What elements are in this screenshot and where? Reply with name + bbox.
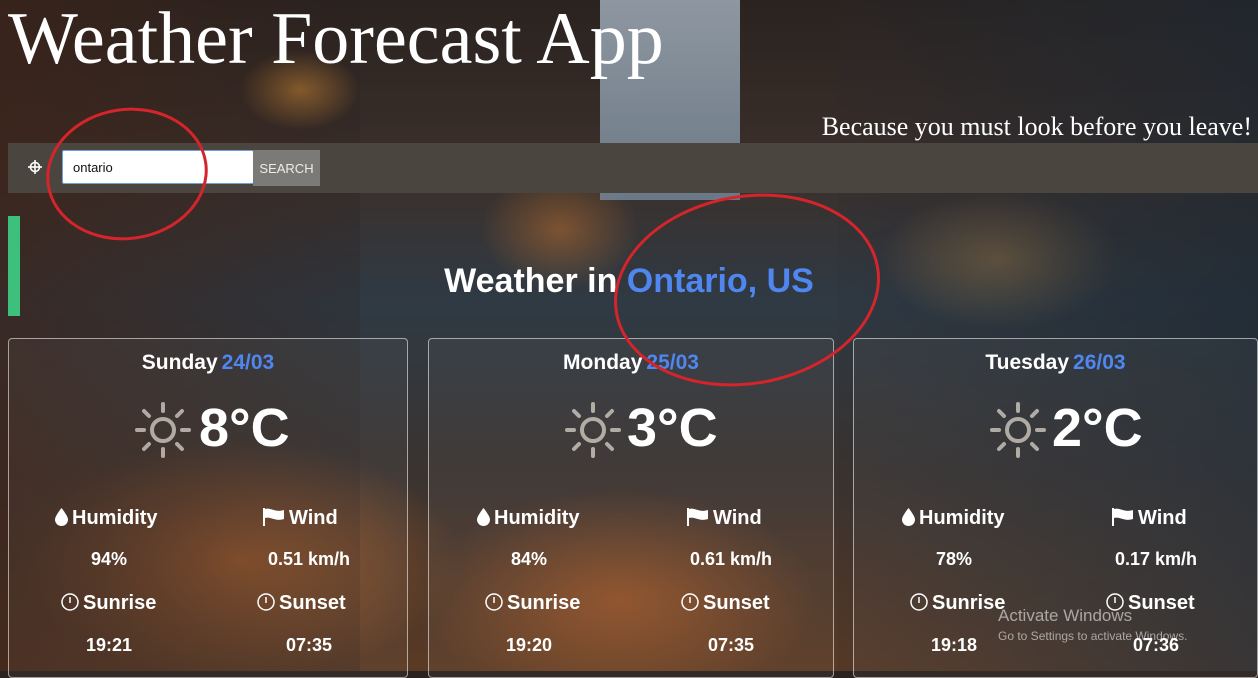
forecast-card: Monday 25/03 3°C Humidity 84% Wind 0.61 k… bbox=[428, 338, 834, 678]
sunrise-label-text: Sunrise bbox=[932, 592, 1006, 614]
wind-value: 0.51 km/h bbox=[267, 549, 351, 569]
sunrise-label: Sunrise bbox=[485, 592, 580, 615]
humidity-label-text: Humidity bbox=[72, 507, 158, 529]
temperature: 3°C bbox=[627, 398, 718, 458]
wind-label: Wind bbox=[263, 507, 338, 530]
sunset-label-text: Sunset bbox=[703, 592, 770, 614]
flag-icon bbox=[687, 508, 708, 526]
sunrise-label-text: Sunrise bbox=[507, 592, 581, 614]
location-heading-prefix: Weather in bbox=[444, 262, 618, 300]
sunset-label: Sunset bbox=[681, 592, 770, 615]
sun-icon bbox=[990, 402, 1046, 458]
sunset-label-text: Sunset bbox=[1128, 592, 1195, 614]
card-day: Tuesday 26/03 bbox=[854, 351, 1257, 375]
clock-icon bbox=[257, 593, 275, 611]
sun-icon bbox=[565, 402, 621, 458]
wind-label-text: Wind bbox=[713, 507, 762, 529]
day-date: 26/03 bbox=[1073, 351, 1126, 374]
humidity-value: 94% bbox=[90, 549, 128, 569]
day-name: Sunday bbox=[141, 351, 218, 374]
clock-icon bbox=[681, 593, 699, 611]
tagline: Because you must look before you leave! bbox=[821, 112, 1252, 141]
day-name: Tuesday bbox=[985, 351, 1070, 374]
wind-label-text: Wind bbox=[1138, 507, 1187, 529]
clock-icon bbox=[910, 593, 928, 611]
water-drop-icon bbox=[902, 508, 915, 526]
sunset-label: Sunset bbox=[257, 592, 346, 615]
humidity-label: Humidity bbox=[902, 507, 1005, 530]
flag-icon bbox=[1112, 508, 1133, 526]
clock-icon bbox=[61, 593, 79, 611]
temperature: 2°C bbox=[1052, 398, 1143, 458]
wind-label-text: Wind bbox=[289, 507, 338, 529]
search-button[interactable]: SEARCH bbox=[253, 150, 320, 186]
wind-value: 0.17 km/h bbox=[1114, 549, 1198, 569]
card-day: Sunday 24/03 bbox=[9, 351, 407, 375]
wind-value: 0.61 km/h bbox=[689, 549, 773, 569]
humidity-label: Humidity bbox=[477, 507, 580, 530]
day-name: Monday bbox=[563, 351, 643, 374]
sunrise-value: 19:20 bbox=[505, 635, 553, 655]
sun-icon bbox=[135, 402, 191, 458]
sunrise-value: 19:21 bbox=[85, 635, 133, 655]
wind-label: Wind bbox=[687, 507, 762, 530]
sunrise-label: Sunrise bbox=[910, 592, 1005, 615]
water-drop-icon bbox=[477, 508, 490, 526]
water-drop-icon bbox=[55, 508, 68, 526]
sunset-label-text: Sunset bbox=[279, 592, 346, 614]
activate-windows-subtitle: Go to Settings to activate Windows. bbox=[998, 629, 1188, 643]
humidity-label: Humidity bbox=[55, 507, 158, 530]
flag-icon bbox=[263, 508, 284, 526]
crosshair-icon[interactable] bbox=[28, 160, 42, 174]
sunset-value: 07:35 bbox=[707, 635, 755, 655]
activate-windows-title: Activate Windows bbox=[998, 606, 1133, 625]
forecast-card: Sunday 24/03 8°C Humidity 94% Wind 0.51 k… bbox=[8, 338, 408, 678]
humidity-value: 78% bbox=[935, 549, 973, 569]
wind-label: Wind bbox=[1112, 507, 1187, 530]
sunrise-label: Sunrise bbox=[61, 592, 156, 615]
sunset-value: 07:35 bbox=[285, 635, 333, 655]
temperature: 8°C bbox=[199, 398, 290, 458]
app-title: Weather Forecast App bbox=[8, 0, 664, 80]
humidity-label-text: Humidity bbox=[919, 507, 1005, 529]
forecast-card: Tuesday 26/03 2°C Humidity 78% Wind 0.17 … bbox=[853, 338, 1258, 678]
humidity-label-text: Humidity bbox=[494, 507, 580, 529]
sunrise-label-text: Sunrise bbox=[83, 592, 157, 614]
day-date: 24/03 bbox=[221, 351, 275, 374]
humidity-value: 84% bbox=[510, 549, 548, 569]
clock-icon bbox=[485, 593, 503, 611]
